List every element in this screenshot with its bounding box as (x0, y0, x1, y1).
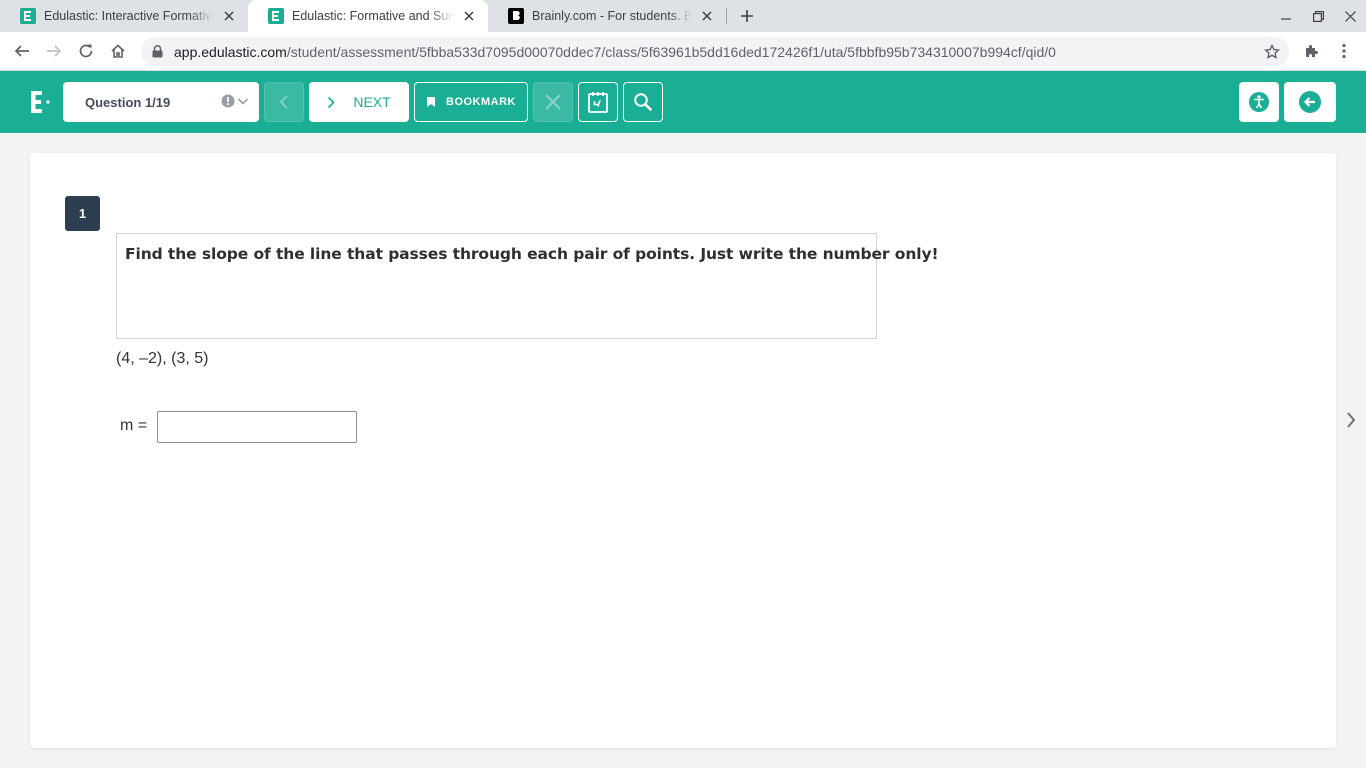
bookmark-button[interactable]: BOOKMARK (414, 82, 528, 122)
tab-title: Brainly.com - For students. By students. (532, 9, 692, 23)
close-icon[interactable] (698, 7, 716, 25)
next-question-button[interactable]: NEXT (309, 82, 409, 122)
restore-icon[interactable] (1302, 0, 1334, 32)
lock-icon (152, 45, 166, 59)
browser-tab-3[interactable]: Brainly.com - For students. By students. (488, 0, 726, 32)
accessibility-button[interactable] (1239, 82, 1279, 122)
home-icon[interactable] (106, 39, 130, 63)
browser-tab-1[interactable]: Edulastic: Interactive Formative Assessm… (0, 0, 248, 32)
question-number-badge: 1 (65, 196, 100, 231)
exit-test-button[interactable] (1284, 82, 1336, 122)
tab-separator (726, 8, 727, 24)
new-tab-plus-icon[interactable] (736, 5, 758, 27)
exit-arrow-icon (1299, 91, 1321, 113)
close-icon[interactable] (220, 7, 238, 25)
bookmark-button-label: BOOKMARK (446, 96, 516, 108)
reload-icon[interactable] (74, 39, 98, 63)
browser-toolbar: app.edulastic.com/student/assessment/5fb… (0, 32, 1366, 71)
chevron-right-icon (328, 96, 335, 108)
browser-tabstrip: Edulastic: Interactive Formative Assessm… (0, 0, 1366, 32)
minimize-icon[interactable] (1270, 0, 1302, 32)
question-selector-dropdown[interactable]: Question 1/19 (63, 82, 259, 122)
chevron-left-icon (279, 95, 288, 109)
chevron-down-icon (237, 98, 249, 105)
tab-title: Edulastic: Interactive Formative Assessm… (44, 9, 214, 23)
next-button-label: NEXT (353, 94, 391, 110)
brainly-favicon-icon (508, 8, 524, 24)
edulastic-logo-icon (31, 91, 50, 113)
question-stem-box: Find the slope of the line that passes t… (116, 233, 939, 339)
answer-label: m = (120, 417, 148, 434)
info-alert-icon (221, 94, 235, 108)
url-path: /student/assessment/5fbba533d7095d00070d… (286, 43, 1056, 60)
edulastic-favicon-icon (268, 8, 284, 24)
address-bar[interactable]: app.edulastic.com/student/assessment/5fb… (141, 37, 1289, 66)
back-arrow-icon[interactable] (10, 39, 34, 63)
magnifier-button[interactable] (623, 82, 663, 122)
bookmark-icon (427, 97, 435, 107)
calculator-button[interactable] (578, 82, 618, 122)
question-card: 1 Find the slope of the line that passes… (30, 153, 1336, 748)
accessibility-icon (1249, 92, 1269, 112)
address-url: app.edulastic.com/student/assessment/5fb… (174, 44, 1056, 60)
close-x-icon (545, 94, 561, 110)
extensions-puzzle-icon[interactable] (1300, 39, 1324, 63)
calculator-icon (588, 92, 608, 113)
magnifier-icon (634, 93, 653, 112)
window-close-icon[interactable] (1334, 0, 1366, 32)
browser-menu-kebab-icon[interactable] (1332, 39, 1356, 63)
previous-question-button[interactable] (264, 82, 304, 122)
browser-tab-2[interactable]: Edulastic: Formative and Summative Asses… (248, 0, 488, 32)
question-selector-label: Question 1/19 (85, 94, 171, 110)
question-points: (4, –2), (3, 5) (116, 350, 209, 367)
forward-arrow-icon[interactable] (42, 39, 66, 63)
slope-answer-input[interactable] (157, 411, 357, 443)
tab-title: Edulastic: Formative and Summative Asses… (292, 9, 454, 23)
assessment-header: Question 1/19 NEXT BOOKMARK (0, 71, 1366, 133)
clear-answer-button[interactable] (533, 82, 573, 122)
close-icon[interactable] (460, 7, 478, 25)
side-next-arrow-icon[interactable] (1342, 408, 1360, 432)
edulastic-favicon-icon (20, 8, 36, 24)
question-stem: Find the slope of the line that passes t… (125, 245, 939, 263)
question-selector-icons (221, 94, 249, 108)
bookmark-star-icon[interactable] (1263, 43, 1281, 61)
url-host: app.edulastic.com (174, 43, 287, 60)
